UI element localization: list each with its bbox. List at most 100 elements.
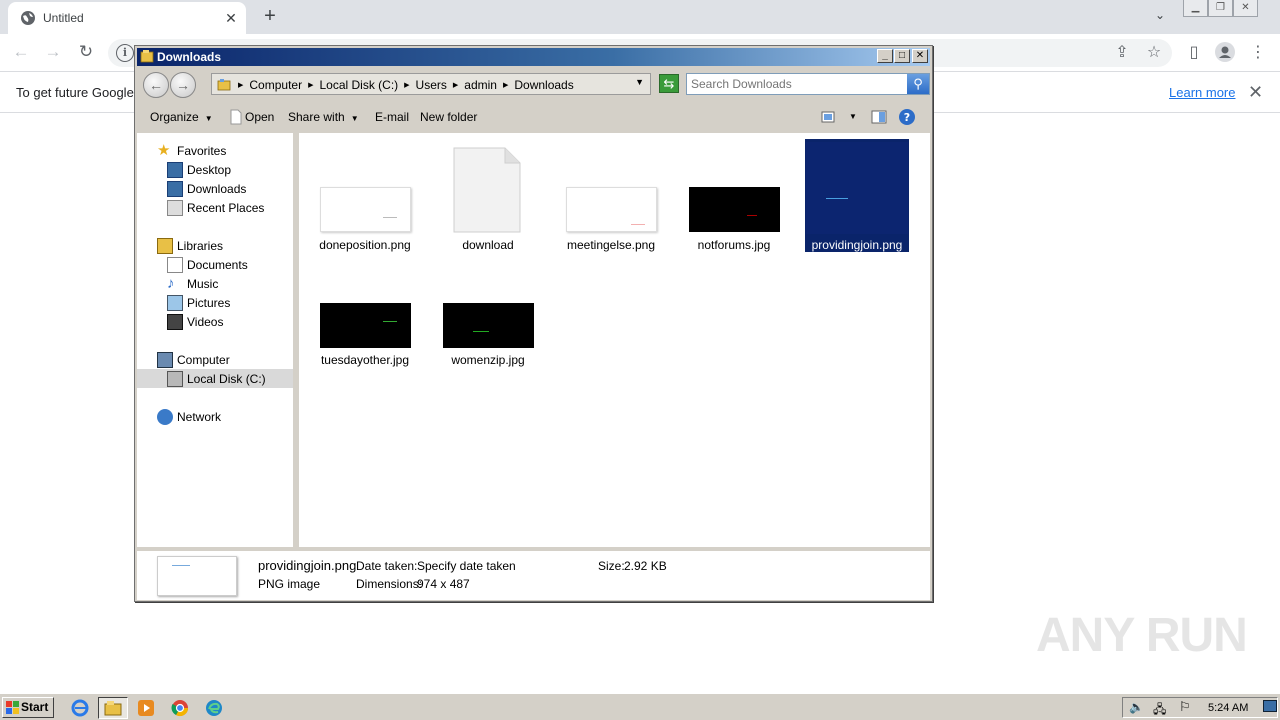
file-item-selected[interactable]: providingjoin.png — [805, 139, 909, 252]
recent-places-icon — [167, 199, 183, 216]
email-button[interactable]: E-mail — [375, 110, 409, 124]
nav-pictures[interactable]: Pictures — [167, 293, 230, 312]
organize-button[interactable]: Organize ▼ — [150, 110, 213, 124]
nav-desktop[interactable]: Desktop — [167, 160, 231, 179]
back-arrow-icon[interactable]: ← — [9, 41, 33, 63]
file-explorer-taskbar-icon[interactable] — [98, 697, 128, 719]
nav-network[interactable]: Network — [157, 407, 221, 426]
new-folder-button[interactable]: New folder — [420, 110, 477, 124]
profile-avatar-icon[interactable] — [1213, 42, 1237, 64]
desktop-icon — [167, 161, 183, 178]
image-thumbnail — [443, 303, 534, 348]
search-input[interactable] — [691, 77, 901, 91]
libraries-icon — [157, 237, 173, 254]
side-panel-icon[interactable]: ▯ — [1182, 42, 1206, 64]
file-item[interactable]: notforums.jpg — [682, 141, 786, 255]
explorer-maximize-icon[interactable]: □ — [894, 49, 910, 63]
file-item[interactable]: meetingelse.png — [559, 141, 663, 255]
image-thumbnail — [689, 187, 780, 232]
media-player-icon[interactable] — [134, 697, 158, 719]
search-field[interactable]: ⚲ — [686, 73, 930, 95]
chrome-icon[interactable] — [168, 697, 192, 719]
nav-label: Documents — [187, 257, 248, 272]
refresh-icon[interactable]: ⇆ — [659, 74, 679, 93]
file-item[interactable]: tuesdayother.jpg — [313, 261, 417, 371]
nav-downloads[interactable]: Downloads — [167, 179, 246, 198]
command-bar: Organize ▼ Open Share with ▼ E-mail New fo… — [137, 102, 930, 132]
start-button[interactable]: Start — [2, 697, 54, 718]
search-icon[interactable]: ⚲ — [907, 74, 929, 94]
globe-icon — [21, 11, 35, 25]
help-icon[interactable]: ? — [898, 108, 916, 126]
explorer-back-icon[interactable]: ← — [143, 72, 169, 98]
nav-label: Desktop — [187, 162, 232, 177]
reload-icon[interactable]: ↻ — [74, 41, 98, 63]
breadcrumb[interactable]: ▶ Computer ▶ Local Disk (C:) ▶ Users ▶ admi… — [211, 73, 651, 95]
tab-close-icon[interactable]: ✕ — [222, 9, 240, 27]
open-icon — [230, 109, 242, 125]
nav-computer[interactable]: Computer — [157, 350, 230, 369]
film-icon — [167, 313, 183, 330]
view-dropdown-icon[interactable]: ▼ — [849, 112, 857, 121]
volume-icon[interactable]: 🔈 — [1129, 700, 1144, 714]
file-item[interactable]: download — [436, 141, 540, 255]
share-with-button[interactable]: Share with ▼ — [288, 110, 359, 124]
forward-arrow-icon[interactable]: → — [41, 41, 65, 63]
nav-local-disk[interactable]: Local Disk (C:) — [137, 369, 293, 388]
explorer-minimize-icon[interactable]: _ — [877, 49, 893, 63]
music-note-icon: ♪ — [167, 274, 175, 292]
details-filename: providingjoin.png — [258, 558, 357, 573]
action-center-flag-icon[interactable]: ⚐ — [1179, 699, 1191, 715]
menu-kebab-icon[interactable]: ⋮ — [1246, 42, 1270, 64]
learn-more-link[interactable]: Learn more — [1169, 85, 1235, 100]
minimize-icon[interactable]: ▁ — [1183, 0, 1208, 17]
dimensions-value: 974 x 487 — [417, 577, 470, 591]
open-button[interactable]: Open — [245, 110, 274, 124]
new-tab-button[interactable]: + — [259, 6, 281, 28]
file-name: meetingelse.png — [566, 238, 656, 252]
show-desktop-icon[interactable] — [1263, 700, 1277, 712]
tab-search-chevron-icon[interactable]: ⌄ — [1150, 8, 1170, 26]
details-filetype: PNG image — [258, 577, 321, 591]
edge-icon[interactable] — [202, 697, 226, 719]
svg-text:?: ? — [904, 111, 910, 124]
share-icon[interactable]: ⇪ — [1110, 42, 1134, 64]
explorer-close-icon[interactable]: ✕ — [912, 49, 928, 63]
nav-documents[interactable]: Documents — [167, 255, 248, 274]
breadcrumb-item[interactable]: admin — [464, 78, 497, 92]
nav-recent-places[interactable]: Recent Places — [167, 198, 264, 217]
nav-favorites[interactable]: ★ Favorites — [157, 141, 226, 160]
start-label: Start — [21, 700, 49, 714]
nav-label: Libraries — [177, 238, 224, 253]
change-view-icon[interactable] — [819, 108, 837, 126]
documents-icon — [167, 256, 183, 273]
file-name: womenzip.jpg — [451, 353, 525, 367]
file-item[interactable]: doneposition.png — [313, 141, 417, 255]
nav-libraries[interactable]: Libraries — [157, 236, 223, 255]
tab-title: Untitled — [43, 11, 84, 25]
site-info-icon[interactable]: i — [116, 44, 134, 62]
clock[interactable]: 5:24 AM — [1208, 702, 1248, 714]
breadcrumb-item[interactable]: Users — [416, 78, 447, 92]
nav-label: Recent Places — [187, 200, 265, 215]
network-tray-icon[interactable]: 🖧 — [1153, 700, 1166, 720]
file-item[interactable]: womenzip.jpg — [436, 261, 540, 371]
close-window-icon[interactable]: ✕ — [1233, 0, 1258, 17]
file-name: doneposition.png — [319, 238, 411, 252]
internet-explorer-icon[interactable] — [68, 697, 92, 719]
blank-document-icon — [453, 147, 521, 233]
nav-music[interactable]: ♪ Music — [167, 274, 218, 293]
nav-videos[interactable]: Videos — [167, 312, 223, 331]
breadcrumb-item[interactable]: Downloads — [514, 78, 573, 92]
preview-pane-icon[interactable] — [870, 108, 888, 126]
explorer-titlebar[interactable]: Downloads _ □ ✕ — [137, 48, 930, 66]
date-taken-value[interactable]: Specify date taken — [417, 559, 516, 573]
breadcrumb-item[interactable]: Computer — [249, 78, 302, 92]
breadcrumb-item[interactable]: Local Disk (C:) — [319, 78, 398, 92]
restore-icon[interactable]: ❐ — [1208, 0, 1233, 17]
address-dropdown-icon[interactable]: ▼ — [635, 77, 644, 87]
browser-tab[interactable]: Untitled ✕ — [8, 2, 246, 34]
bookmark-star-icon[interactable]: ☆ — [1142, 42, 1166, 64]
infobar-close-icon[interactable]: ✕ — [1248, 82, 1263, 103]
explorer-forward-icon[interactable]: → — [170, 72, 196, 98]
